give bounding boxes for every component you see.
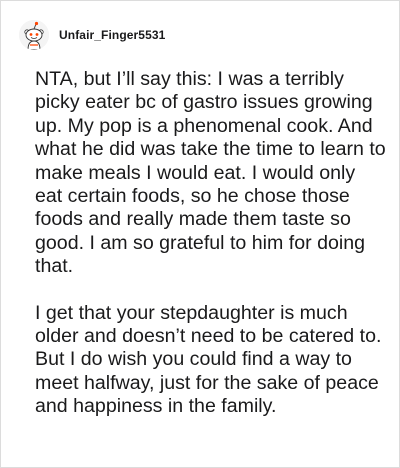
username[interactable]: Unfair_Finger5531 — [59, 28, 165, 42]
reddit-snoo-avatar-icon — [19, 20, 49, 50]
avatar[interactable] — [19, 20, 49, 50]
comment-paragraph: I get that your stepdaughter is much old… — [35, 301, 382, 418]
comment-body: NTA, but I’ll say this: I was a terribly… — [35, 68, 387, 419]
comment-header: Unfair_Finger5531 — [19, 17, 165, 53]
comment-card: Unfair_Finger5531 NTA, but I’ll say this… — [0, 0, 400, 468]
comment-paragraph: NTA, but I’ll say this: I was a terribly… — [35, 68, 386, 278]
